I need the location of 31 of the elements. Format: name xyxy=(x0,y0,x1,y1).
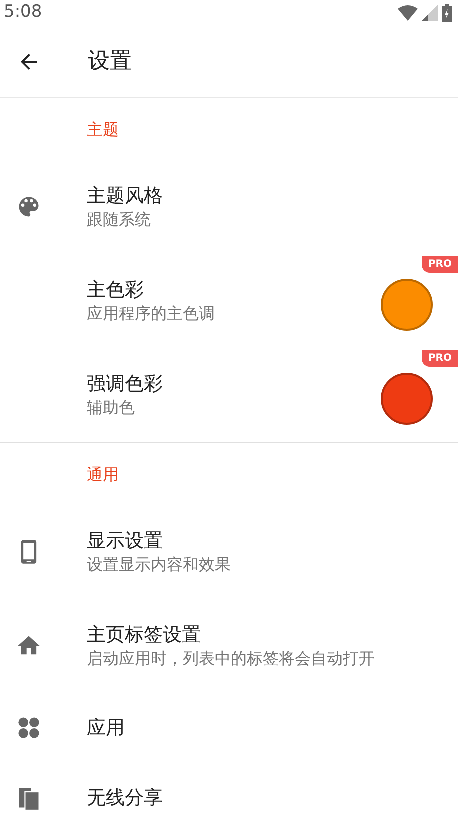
battery-icon xyxy=(442,4,452,22)
section-header: 通用 xyxy=(87,465,119,484)
signal-icon xyxy=(422,5,438,21)
settings-item[interactable]: 强调色彩 辅助色 PRO xyxy=(0,348,458,442)
item-subtitle: 设置显示内容和效果 xyxy=(87,554,232,576)
item-title: 显示设置 xyxy=(87,528,164,554)
pro-badge: PRO xyxy=(422,256,458,273)
settings-item[interactable]: 应用 xyxy=(0,693,458,763)
item-subtitle: 跟随系统 xyxy=(87,208,152,230)
item-title: 主题风格 xyxy=(87,184,164,209)
color-swatch[interactable] xyxy=(381,373,433,425)
item-subtitle: 启动应用时，列表中的标签将会自动打开 xyxy=(87,648,376,670)
item-title: 主色彩 xyxy=(87,278,145,303)
pro-badge: PRO xyxy=(422,350,458,367)
settings-item[interactable]: 主色彩 应用程序的主色调 PRO xyxy=(0,254,458,348)
settings-item[interactable]: 主页标签设置 启动应用时，列表中的标签将会自动打开 xyxy=(0,599,458,693)
item-subtitle: 应用程序的主色调 xyxy=(87,302,216,324)
page-title: 设置 xyxy=(88,48,132,76)
wifi-icon xyxy=(398,5,418,21)
item-title: 主页标签设置 xyxy=(87,622,202,648)
clock-time: 5:08 xyxy=(4,1,42,24)
settings-item[interactable]: 无线分享 xyxy=(0,763,458,820)
item-subtitle: 辅助色 xyxy=(87,396,136,418)
color-swatch[interactable] xyxy=(381,279,433,331)
apps-icon xyxy=(16,715,42,741)
section-header: 主题 xyxy=(87,120,119,139)
settings-item[interactable]: 显示设置 设置显示内容和效果 xyxy=(0,505,458,599)
item-title: 强调色彩 xyxy=(87,372,164,397)
settings-item[interactable]: 主题风格 跟随系统 xyxy=(0,160,458,254)
item-title: 应用 xyxy=(87,716,126,740)
item-title: 无线分享 xyxy=(87,786,164,810)
